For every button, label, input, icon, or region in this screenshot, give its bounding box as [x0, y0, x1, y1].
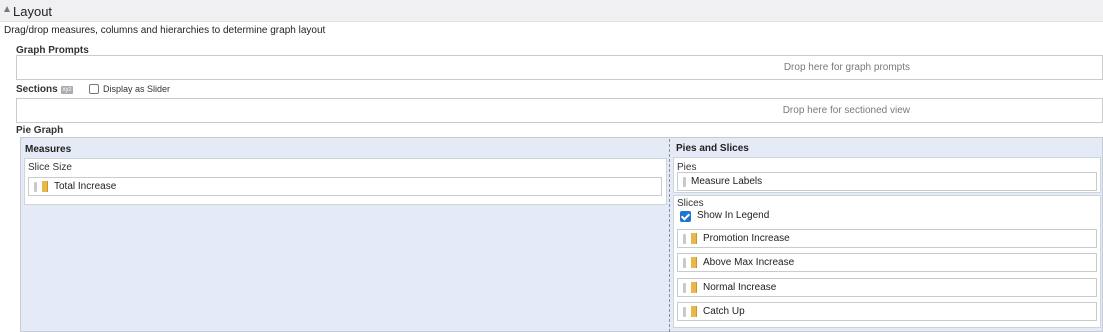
drag-handle-icon[interactable] [683, 234, 686, 244]
show-in-legend-checkbox[interactable] [680, 211, 691, 222]
slice-item-label: Above Max Increase [703, 257, 795, 268]
measure-icon [691, 257, 697, 268]
layout-instructions: Drag/drop measures, columns and hierarch… [4, 25, 326, 36]
measure-item-label: Total Increase [54, 181, 117, 192]
sections-drop-text: Drop here for sectioned view [782, 105, 910, 116]
drag-handle-icon[interactable] [34, 182, 37, 192]
measure-icon [691, 282, 697, 293]
show-in-legend-label[interactable]: Show In Legend [697, 210, 769, 221]
slices-label: Slices [677, 198, 704, 209]
sections-drop-zone[interactable]: Drop here for sectioned view [16, 98, 1103, 123]
measure-icon [691, 233, 697, 244]
slice-item-catch-up[interactable]: Catch Up [677, 302, 1097, 321]
slice-item-label: Catch Up [703, 306, 745, 317]
drag-handle-icon[interactable] [683, 283, 686, 293]
slice-item-label: Promotion Increase [703, 233, 790, 244]
pies-item-label: Measure Labels [691, 176, 763, 187]
drag-handle-icon[interactable] [683, 177, 686, 187]
measure-icon [691, 306, 697, 317]
display-as-slider-checkbox[interactable] [89, 84, 99, 94]
sections-label: Sections [16, 84, 58, 95]
panel-divider [669, 139, 670, 332]
graph-prompts-drop-zone[interactable]: Drop here for graph prompts [16, 55, 1103, 80]
pie-graph-label: Pie Graph [16, 125, 64, 136]
drag-handle-icon[interactable] [683, 258, 686, 268]
measure-icon [42, 181, 48, 192]
slice-item-normal-increase[interactable]: Normal Increase [677, 278, 1097, 297]
sections-xyz-icon: xyz [61, 86, 73, 94]
slice-item-above-max-increase[interactable]: Above Max Increase [677, 253, 1097, 272]
slice-size-label: Slice Size [28, 162, 72, 173]
layout-title: Layout [13, 4, 53, 19]
display-as-slider-label[interactable]: Display as Slider [103, 84, 170, 94]
measure-item-total-increase[interactable]: Total Increase [28, 177, 662, 196]
graph-prompts-drop-text: Drop here for graph prompts [783, 62, 910, 73]
measures-title: Measures [25, 144, 72, 155]
slice-item-promotion-increase[interactable]: Promotion Increase [677, 229, 1097, 248]
collapse-triangle-icon[interactable] [4, 6, 10, 12]
slice-item-label: Normal Increase [703, 282, 777, 293]
pies-item-measure-labels[interactable]: Measure Labels [677, 172, 1097, 191]
drag-handle-icon[interactable] [683, 307, 686, 317]
pies-and-slices-title: Pies and Slices [676, 143, 749, 154]
layout-header[interactable] [0, 0, 1103, 22]
